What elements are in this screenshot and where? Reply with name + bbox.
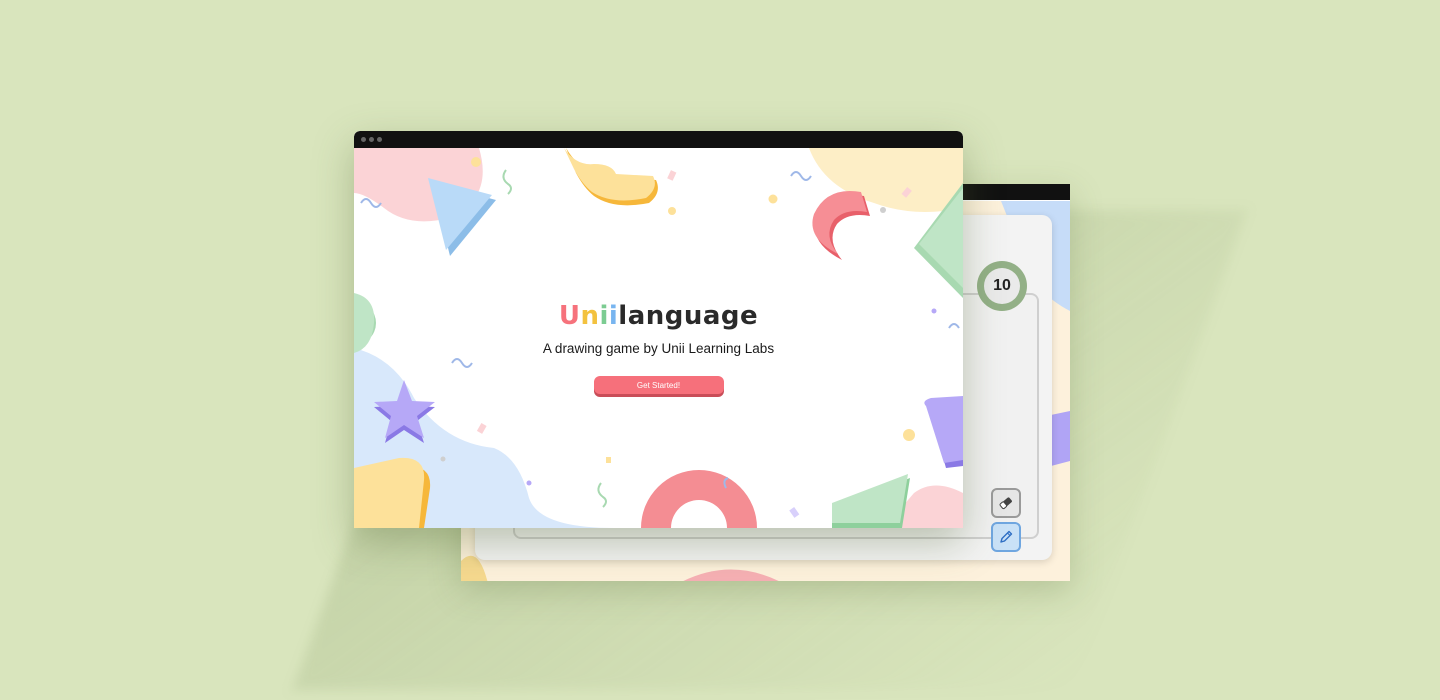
- pencil-button[interactable]: [991, 522, 1021, 552]
- window-dot: [361, 137, 366, 142]
- timer-badge: 10: [977, 261, 1027, 311]
- eraser-icon: [999, 497, 1012, 510]
- pencil-icon: [1000, 530, 1013, 543]
- logo-word: language: [618, 301, 759, 331]
- logo-letter: n: [580, 301, 600, 331]
- get-started-button[interactable]: Get Started!: [593, 376, 724, 394]
- logo-letter: i: [608, 301, 619, 331]
- landing-window: Uniilanguage A drawing game by Unii Lear…: [354, 131, 963, 528]
- window-dot: [369, 137, 374, 142]
- window-dot: [377, 137, 382, 142]
- eraser-button[interactable]: [991, 488, 1021, 518]
- timer-value: 10: [984, 268, 1020, 304]
- title-bar: [354, 131, 963, 148]
- logo-letter: i: [599, 301, 609, 331]
- app-logo: Uniilanguage: [354, 301, 963, 331]
- tagline: A drawing game by Unii Learning Labs: [542, 341, 775, 356]
- logo-letter: U: [558, 301, 581, 331]
- hero: Uniilanguage A drawing game by Unii Lear…: [354, 301, 963, 394]
